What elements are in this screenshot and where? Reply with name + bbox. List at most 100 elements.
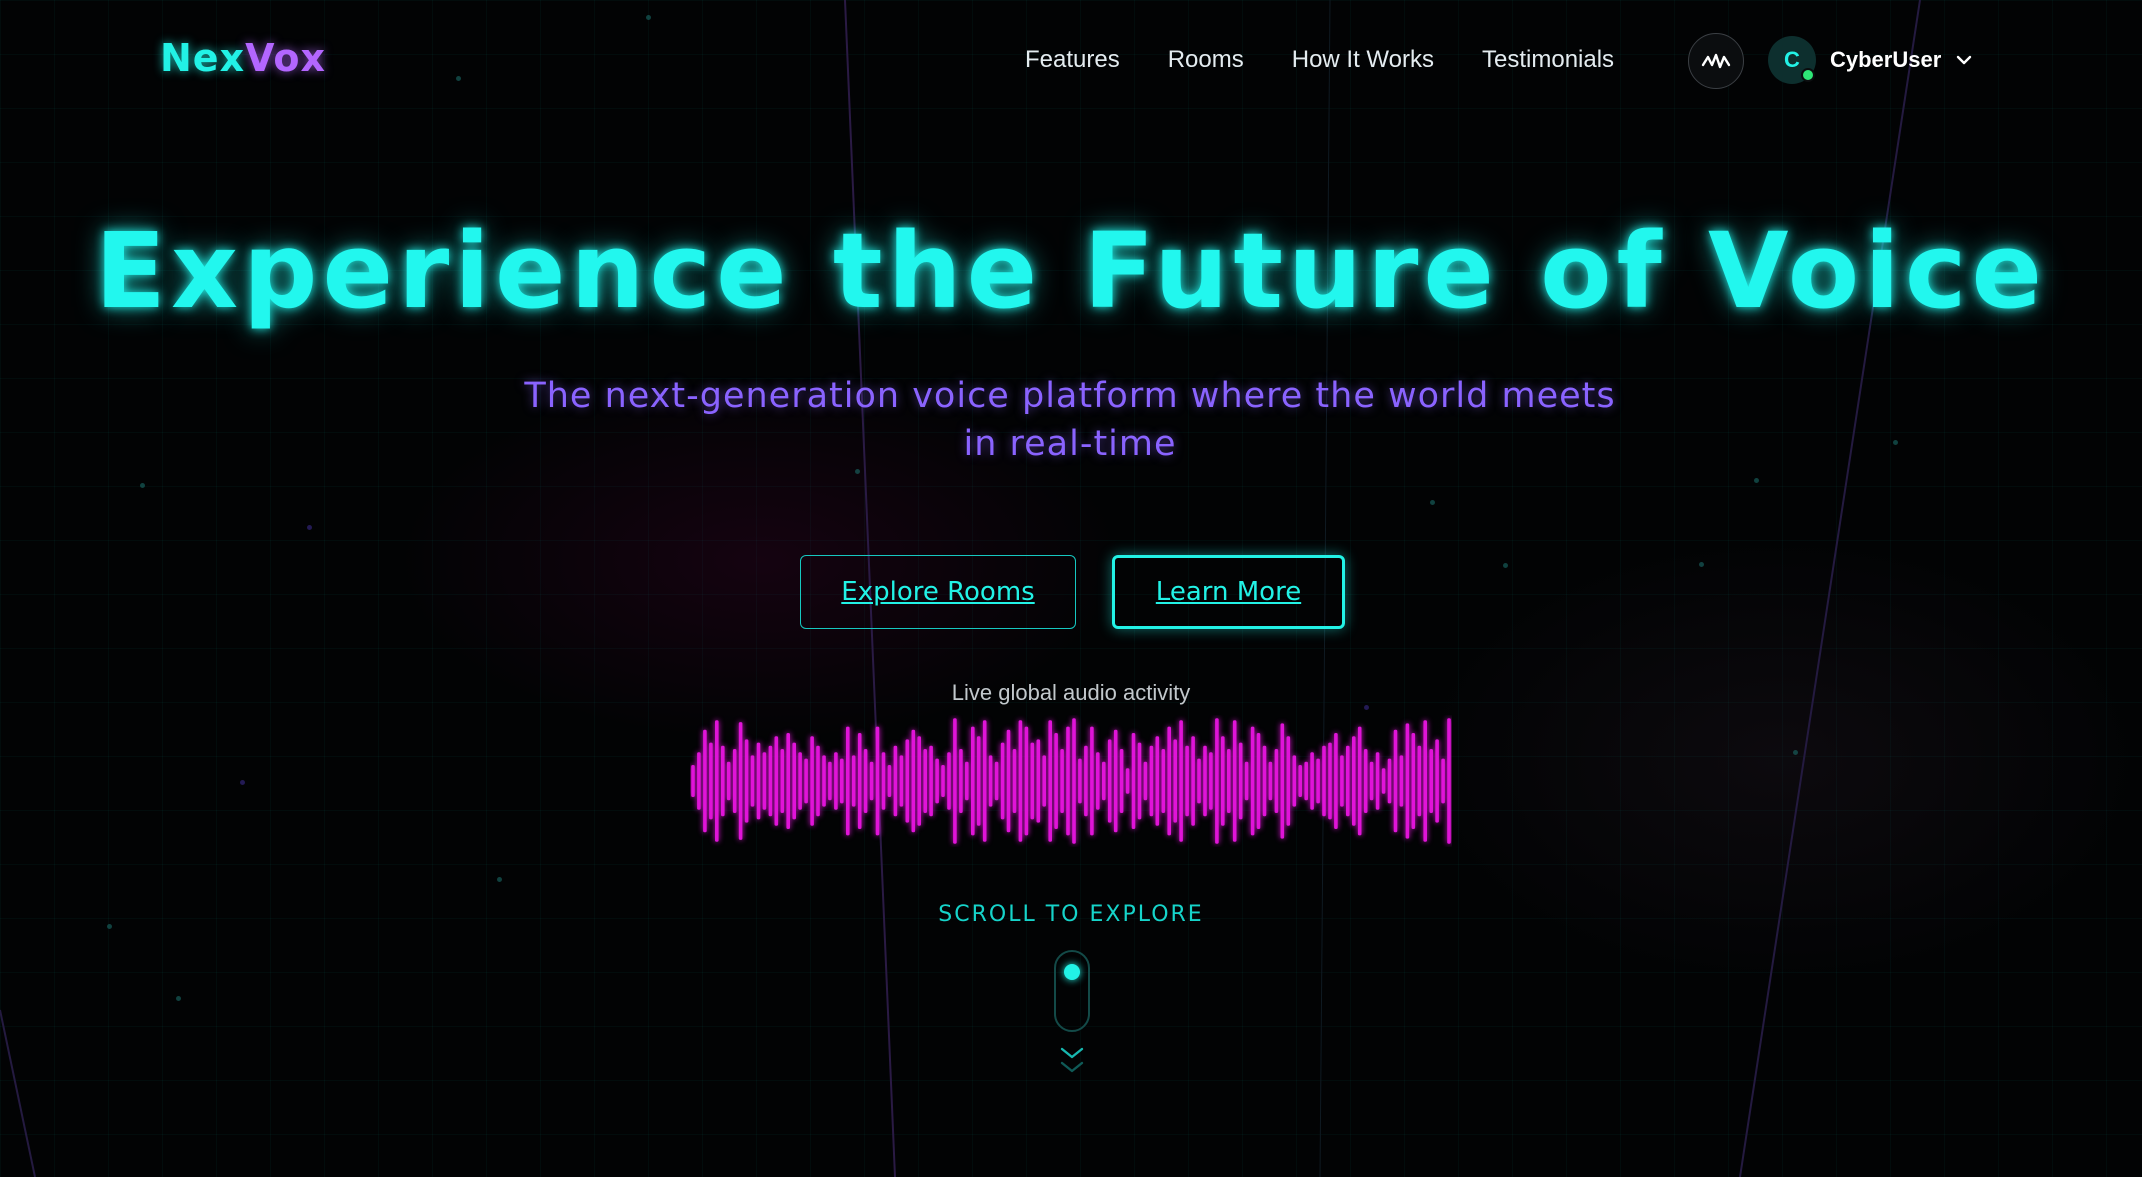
audio-level-bar	[947, 752, 951, 810]
audio-level-bar	[905, 739, 910, 823]
audio-level-bar	[1429, 749, 1433, 813]
audio-level-bar	[828, 761, 832, 801]
background-particle	[1754, 478, 1759, 483]
audio-level-bar	[1042, 755, 1046, 807]
audio-level-bar	[1191, 736, 1195, 826]
learn-more-button[interactable]: Learn More	[1112, 555, 1345, 629]
brand-logo-part1: Nex	[160, 36, 246, 80]
audio-level-bar	[1155, 736, 1160, 826]
audio-level-bar	[1399, 755, 1404, 807]
username: CyberUser	[1830, 47, 1942, 72]
audio-level-bar	[994, 761, 999, 801]
audio-level-bar	[1119, 749, 1124, 813]
audio-level-bar	[935, 758, 939, 804]
waveform-icon	[1701, 53, 1731, 69]
background-particle	[307, 525, 312, 530]
audio-level-bar	[1227, 749, 1231, 813]
chevron-down-icon[interactable]	[1955, 54, 1973, 66]
background-particle	[1699, 562, 1704, 567]
brand-logo-part2: Vox	[245, 36, 327, 80]
audio-level-bar	[1441, 758, 1445, 804]
audio-level-bar	[941, 765, 945, 797]
background-particle	[240, 780, 245, 785]
audio-level-bar	[1357, 726, 1362, 836]
audio-level-bar	[774, 736, 779, 826]
audio-level-bar	[1018, 720, 1023, 842]
audio-level-bar	[756, 742, 761, 820]
user-menu[interactable]: C CyberUser	[1768, 35, 1973, 85]
audio-level-bar	[1268, 761, 1273, 801]
explore-rooms-button[interactable]: Explore Rooms	[800, 555, 1076, 629]
audio-level-bar	[1274, 749, 1279, 813]
audio-level-bar	[1262, 745, 1267, 817]
audio-level-bar	[834, 752, 838, 810]
background-particle	[1430, 500, 1435, 505]
nav-link-features[interactable]: Features	[1025, 46, 1120, 74]
background-particle	[1793, 750, 1798, 755]
audio-level-bar	[953, 718, 957, 844]
audio-level-bar	[1232, 720, 1237, 842]
audio-level-bar	[1352, 736, 1356, 826]
audio-level-bar	[738, 722, 743, 840]
audio-level-bar	[780, 749, 785, 813]
audio-level-bar	[959, 749, 963, 813]
audio-level-bar	[1072, 718, 1076, 844]
audio-level-bar	[1084, 745, 1088, 817]
audio-level-bar	[1066, 726, 1070, 836]
background-particle	[1893, 440, 1898, 445]
audio-level-bar	[893, 745, 898, 817]
audio-level-bar	[1387, 758, 1392, 804]
scroll-wheel-dot	[1064, 964, 1080, 980]
audio-level-bar	[1244, 761, 1249, 801]
audio-level-bar	[863, 749, 868, 813]
audio-level-bar	[881, 752, 886, 810]
audio-level-bar	[1054, 733, 1058, 829]
audio-toggle-button[interactable]	[1688, 33, 1744, 89]
hero-title: Experience the Future of Voice	[94, 210, 2048, 332]
audio-level-bar	[1203, 745, 1207, 817]
audio-level-bar	[1298, 765, 1302, 797]
audio-level-bar	[1215, 718, 1219, 844]
audio-level-bar	[1024, 726, 1029, 836]
avatar[interactable]: C	[1768, 36, 1816, 84]
audio-level-bar	[1292, 755, 1297, 807]
audio-level-bar	[1328, 742, 1332, 820]
audio-level-bar	[917, 736, 921, 826]
audio-level-bar	[1334, 733, 1338, 829]
audio-level-bar	[875, 726, 880, 836]
audio-level-bar	[721, 745, 725, 817]
nav-link-how-it-works[interactable]: How It Works	[1292, 46, 1434, 74]
audio-level-bar	[1185, 745, 1189, 817]
scroll-indicator[interactable]	[1054, 950, 1090, 1032]
audio-level-bar	[1137, 742, 1142, 820]
audio-level-bar	[1030, 742, 1035, 820]
audio-level-bar	[1125, 768, 1130, 794]
audio-level-bar	[1304, 761, 1308, 801]
audio-level-bar	[1405, 723, 1410, 839]
background-particle	[456, 76, 461, 81]
audio-level-bar	[726, 761, 731, 801]
background-particle	[855, 469, 860, 474]
scroll-hint-label: SCROLL TO EXPLORE	[938, 902, 1204, 927]
nav-link-testimonials[interactable]: Testimonials	[1482, 46, 1614, 74]
audio-level-bar	[822, 755, 826, 807]
audio-level-bar	[1197, 758, 1201, 804]
audio-level-bar	[899, 755, 904, 807]
audio-level-bar	[1447, 718, 1451, 844]
audio-level-bar	[1417, 745, 1422, 817]
audio-level-bar	[1250, 726, 1255, 836]
audio-level-bar	[1393, 729, 1398, 833]
audio-level-bar	[1012, 749, 1017, 813]
audio-level-bar	[810, 736, 814, 826]
audio-level-bar	[851, 755, 856, 807]
audio-level-bar	[840, 758, 844, 804]
audio-level-bar	[846, 726, 850, 836]
double-chevron-down-icon	[1060, 1047, 1084, 1073]
audio-level-bar	[786, 733, 790, 829]
audio-level-bar	[816, 745, 820, 817]
audio-level-bar	[1078, 758, 1082, 804]
audio-level-bar	[798, 752, 802, 810]
audio-level-bar	[1179, 720, 1183, 842]
nav-link-rooms[interactable]: Rooms	[1168, 46, 1244, 74]
brand-logo[interactable]: NexVox	[160, 36, 326, 80]
